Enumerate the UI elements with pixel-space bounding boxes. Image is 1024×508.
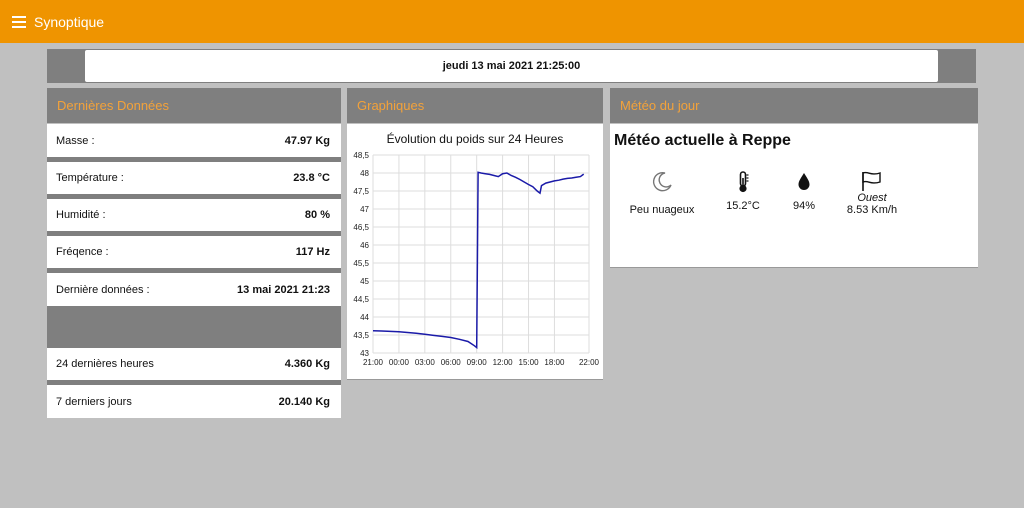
droplet-icon: [798, 173, 810, 190]
frequency-row: Fréqence : 117 Hz: [47, 236, 341, 268]
weight-chart: 43 43,5 44 44,5 45 45,5 46 46,5 47 47,5 48 48,5 21:0…: [353, 151, 600, 367]
current-datetime: jeudi 13 mai 2021 21:25:00: [85, 50, 938, 82]
temperature-reading: 15.2°C: [720, 170, 766, 212]
thermometer-icon: [739, 171, 749, 193]
weather-card: Météo actuelle à Reppe Peu nuageux 15.2°…: [610, 124, 978, 268]
x-tick-label: 21:00: [363, 358, 384, 367]
moon-icon: [652, 171, 672, 192]
charts-header: Graphiques: [347, 88, 603, 123]
y-tick-label: 45,5: [353, 259, 369, 268]
y-tick-label: 46,5: [353, 223, 369, 232]
sky-condition: Peu nuageux: [624, 170, 700, 216]
last-data-row: Dernière données : 13 mai 2021 21:23: [47, 273, 341, 306]
y-tick-label: 44: [360, 313, 369, 322]
wind-direction: Ouest: [857, 192, 887, 204]
weight-chart-card: Évolution du poids sur 24 Heures 43 43,5 4…: [347, 124, 603, 380]
temperature-label: 15.2°C: [726, 200, 760, 212]
temperature-label: Température :: [56, 172, 124, 184]
x-tick-label: 22:00: [579, 358, 600, 367]
mass-value: 47.97 Kg: [284, 134, 330, 147]
x-tick-label: 12:00: [493, 358, 514, 367]
date-strip: jeudi 13 mai 2021 21:25:00: [47, 49, 976, 83]
last-7d-label: 7 derniers jours: [56, 395, 132, 408]
temperature-row: Température : 23.8 °C: [47, 162, 341, 194]
y-tick-label: 47: [360, 205, 369, 214]
humidity-row: Humidité : 80 %: [47, 199, 341, 231]
sky-label: Peu nuageux: [629, 204, 695, 216]
last-7d-value: 20.140 Kg: [278, 395, 330, 408]
wind-speed: 8.53 Km/h: [846, 204, 898, 216]
app-bar: Synoptique: [0, 0, 1024, 43]
weather-title: Météo actuelle à Reppe: [614, 132, 791, 149]
y-tick-label: 43: [360, 349, 369, 358]
x-tick-label: 09:00: [467, 358, 488, 367]
humidity-label: 94%: [792, 200, 816, 212]
frequency-value: 117 Hz: [295, 246, 330, 258]
app-title: Synoptique: [34, 13, 105, 30]
y-tick-label: 44,5: [353, 295, 369, 304]
last-data-value: 13 mai 2021 21:23: [237, 283, 330, 296]
mass-label: Masse :: [56, 134, 95, 147]
y-tick-label: 48: [360, 169, 369, 178]
last-24h-row: 24 dernières heures 4.360 Kg: [47, 348, 341, 380]
x-tick-label: 00:00: [389, 358, 410, 367]
menu-icon[interactable]: [12, 15, 26, 28]
frequency-label: Fréqence :: [56, 246, 109, 258]
wind-reading: Ouest 8.53 Km/h: [840, 170, 904, 217]
y-tick-label: 45: [360, 277, 369, 286]
weather-header: Météo du jour: [610, 88, 978, 123]
x-tick-label: 18:00: [544, 358, 565, 367]
y-tick-label: 46: [360, 241, 369, 250]
weight-series-line: [372, 171, 585, 350]
mass-row: Masse : 47.97 Kg: [47, 124, 341, 157]
x-tick-label: 03:00: [415, 358, 436, 367]
humidity-reading: 94%: [782, 170, 826, 212]
humidity-label: Humidité :: [56, 209, 106, 221]
temperature-value: 23.8 °C: [293, 172, 330, 184]
summary-separator: [47, 306, 341, 348]
humidity-value: 80 %: [304, 209, 330, 221]
last-data-label: Dernière données :: [56, 283, 150, 296]
x-tick-label: 15:00: [519, 358, 540, 367]
x-tick-label: 06:00: [441, 358, 462, 367]
y-tick-label: 48,5: [353, 151, 369, 160]
last-24h-label: 24 dernières heures: [56, 358, 154, 370]
flag-icon: [862, 171, 881, 191]
latest-data-header: Dernières Données: [47, 88, 341, 123]
y-tick-label: 47,5: [353, 187, 369, 196]
y-tick-label: 43,5: [353, 331, 369, 340]
last-7d-row: 7 derniers jours 20.140 Kg: [47, 385, 341, 418]
last-24h-value: 4.360 Kg: [284, 358, 330, 370]
